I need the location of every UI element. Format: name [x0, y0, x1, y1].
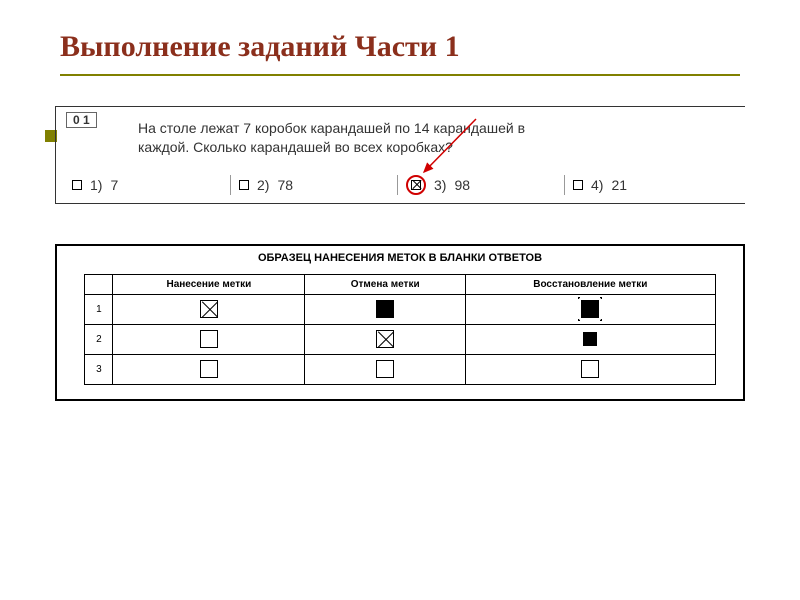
row-label: 1 — [85, 294, 113, 324]
option-number: 2) — [257, 177, 269, 193]
checkbox-icon — [72, 180, 82, 190]
option-value: 98 — [454, 177, 470, 193]
task-number: 0 1 — [66, 112, 97, 128]
sample-heading: ОБРАЗЕЦ НАНЕСЕНИЯ МЕТОК В БЛАНКИ ОТВЕТОВ — [57, 246, 743, 274]
selected-circle-icon — [406, 175, 426, 195]
table-row: 1 — [85, 294, 715, 324]
title-underline — [60, 74, 740, 76]
mark-x-icon — [376, 330, 394, 348]
mark-fill-icon — [376, 300, 394, 318]
mark-empty-icon — [376, 360, 394, 378]
options-row: 1) 7 2) 78 3) 98 4) 21 — [70, 175, 731, 199]
mark-restore-icon — [581, 300, 599, 318]
option-value: 21 — [611, 177, 627, 193]
header-col2: Отмена метки — [305, 274, 466, 294]
mark-x-icon — [200, 300, 218, 318]
option-4[interactable]: 4) 21 — [564, 175, 731, 195]
mark-empty-icon — [581, 360, 599, 378]
page-title: Выполнение заданий Части 1 — [0, 0, 800, 74]
row-label: 3 — [85, 354, 113, 384]
mark-empty-icon — [200, 330, 218, 348]
row-label: 2 — [85, 324, 113, 354]
header-col3: Восстановление метки — [466, 274, 716, 294]
checkbox-icon — [573, 180, 583, 190]
sample-box: ОБРАЗЕЦ НАНЕСЕНИЯ МЕТОК В БЛАНКИ ОТВЕТОВ… — [55, 244, 745, 401]
option-value: 7 — [110, 177, 118, 193]
header-col1: Нанесение метки — [113, 274, 305, 294]
task-question-line2: каждой. Сколько карандашей во всех короб… — [138, 139, 453, 155]
checkbox-icon — [239, 180, 249, 190]
option-number: 4) — [591, 177, 603, 193]
mark-empty-icon — [200, 360, 218, 378]
task-box: 0 1 На столе лежат 7 коробок карандашей … — [55, 106, 745, 204]
header-empty — [85, 274, 113, 294]
table-row: 2 — [85, 324, 715, 354]
option-1[interactable]: 1) 7 — [70, 175, 230, 195]
option-number: 3) — [434, 177, 446, 193]
option-3[interactable]: 3) 98 — [397, 175, 564, 195]
table-row: 3 — [85, 354, 715, 384]
marks-table: Нанесение метки Отмена метки Восстановле… — [84, 274, 715, 385]
checkbox-marked-icon — [411, 180, 421, 190]
table-header-row: Нанесение метки Отмена метки Восстановле… — [85, 274, 715, 294]
mark-fill-icon — [583, 332, 597, 346]
option-value: 78 — [277, 177, 293, 193]
task-question: На столе лежат 7 коробок карандашей по 1… — [138, 119, 731, 157]
option-2[interactable]: 2) 78 — [230, 175, 397, 195]
task-question-line1: На столе лежат 7 коробок карандашей по 1… — [138, 120, 525, 136]
option-number: 1) — [90, 177, 102, 193]
